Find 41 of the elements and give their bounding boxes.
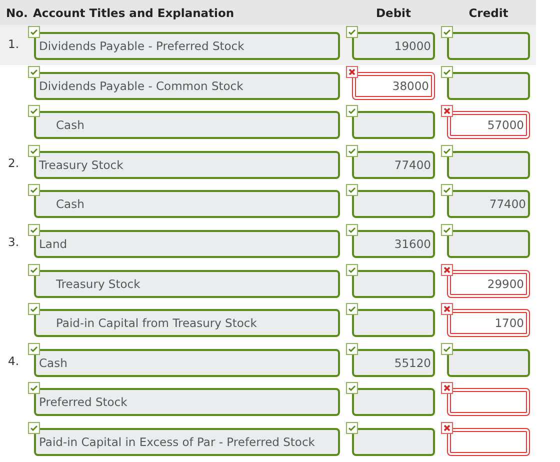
debit-heading: Debit [374,6,412,20]
debit-field[interactable]: 55120 [352,348,435,377]
credit-heading: Credit [468,6,510,20]
account-field[interactable]: Paid-in Capital from Treasury Stock [34,309,340,338]
credit-field[interactable] [447,230,530,258]
debit-field[interactable] [352,388,435,416]
debit-field[interactable]: 31600 [352,230,435,258]
account-field[interactable]: Cash [34,111,340,140]
account-field[interactable]: Land [34,230,340,258]
number-heading: No. [5,6,28,20]
credit-field[interactable] [447,32,530,60]
account-field[interactable]: Treasury Stock [34,270,340,298]
credit-field[interactable]: 57000 [447,111,530,140]
credit-field[interactable] [447,428,530,456]
account-field[interactable]: Dividends Payable - Preferred Stock [34,32,340,60]
debit-field[interactable] [352,111,435,140]
credit-field[interactable] [447,150,530,179]
debit-field[interactable] [352,428,435,456]
entry-number: 3. [8,234,19,249]
account-field[interactable]: Cash [34,348,340,377]
account-field[interactable]: Treasury Stock [34,150,340,179]
credit-field[interactable] [447,388,530,416]
debit-field[interactable] [352,190,435,218]
credit-field[interactable] [447,348,530,377]
entry-number: 4. [8,354,19,368]
credit-field[interactable] [447,72,530,100]
entry-number: 1. [8,37,19,51]
debit-field[interactable] [352,270,435,298]
credit-field[interactable]: 77400 [447,190,530,218]
account-field[interactable]: Preferred Stock [34,388,340,416]
debit-field[interactable]: 38000 [352,72,435,100]
debit-field[interactable]: 77400 [352,150,435,179]
credit-field[interactable]: 1700 [447,309,530,338]
account-heading: Account Titles and Explanation [32,6,236,20]
credit-field[interactable]: 29900 [447,270,530,298]
entry-number: 2. [8,156,19,170]
account-field[interactable]: Dividends Payable - Common Stock [34,72,340,100]
debit-field[interactable] [352,309,435,338]
account-field[interactable]: Cash [34,190,340,218]
account-field[interactable]: Paid-in Capital in Excess of Par - Preferred Stock [34,428,340,456]
debit-field[interactable]: 19000 [352,32,435,60]
